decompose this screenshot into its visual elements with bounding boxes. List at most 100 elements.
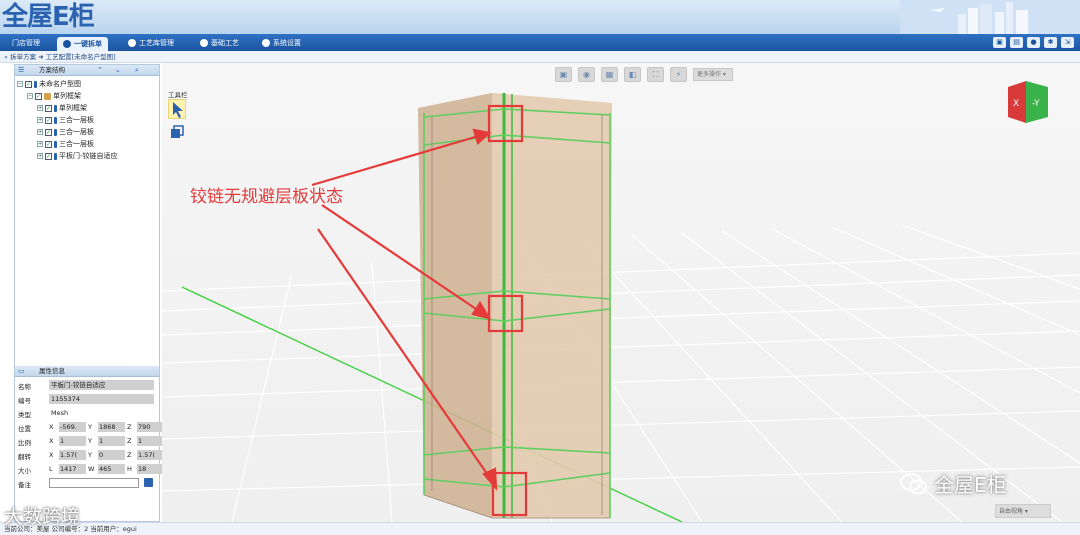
size-h-input[interactable]: 18 bbox=[137, 464, 164, 474]
layers-icon[interactable]: ◧ bbox=[624, 67, 641, 82]
axis-y-glyph: -Y bbox=[1032, 99, 1040, 109]
cube-icon[interactable]: ▦ bbox=[601, 67, 618, 82]
save-scene-icon[interactable]: ▣ bbox=[555, 67, 572, 82]
prop-row-name: 名称 平板门-铰链自适应 bbox=[15, 378, 159, 392]
position-x-input[interactable]: -569. bbox=[59, 422, 86, 432]
image-icon[interactable]: ▣ bbox=[993, 37, 1006, 48]
tree-node[interactable]: + ✓ 三合一层板 bbox=[17, 114, 159, 126]
fit-view-icon[interactable]: ⛶ bbox=[647, 67, 664, 82]
cabinet-model[interactable] bbox=[418, 93, 612, 519]
view-mode-value: 自由视角 bbox=[999, 508, 1024, 515]
measure-icon[interactable]: ⚡ bbox=[670, 67, 687, 82]
nav-label: 门店管理 bbox=[12, 39, 40, 47]
nav-item-store[interactable]: 门店管理 bbox=[6, 36, 46, 50]
checkbox[interactable]: ✓ bbox=[35, 92, 42, 100]
checkbox[interactable]: ✓ bbox=[45, 104, 52, 112]
3d-viewport[interactable]: ▣ ◉ ▦ ◧ ⛶ ⚡ 更多操作 ▾ 工具栏 X -Y 铰链无规避层板状态 全屋… bbox=[162, 63, 1080, 522]
cabinet-icon bbox=[44, 92, 51, 100]
structure-tree: − ✓ 未命名户型图 − ✓ 单列框架 + ✓ 单列框架 + ✓ 三合一层板 +… bbox=[15, 76, 159, 162]
search-icon[interactable]: ⌕ bbox=[135, 65, 139, 76]
more-ops-label: 更多操作 bbox=[697, 71, 722, 78]
nav-item-settings[interactable]: 系统设置 bbox=[256, 36, 307, 50]
axis-x-label: X bbox=[49, 437, 54, 445]
size-l-input[interactable]: 1417 bbox=[59, 464, 86, 474]
save-icon[interactable] bbox=[144, 478, 153, 487]
props-panel: 名称 平板门-铰链自适应 编号 1155374 类型 Mesh 位置 X -56… bbox=[15, 378, 164, 490]
nav-label: 基础工艺 bbox=[211, 39, 239, 47]
position-y-input[interactable]: 1868 bbox=[98, 422, 125, 432]
target-icon[interactable]: ◉ bbox=[578, 67, 595, 82]
prop-label: 备注 bbox=[18, 481, 31, 489]
wechat-icon bbox=[900, 472, 927, 494]
breadcrumb-text[interactable]: 拆单方案 ➜ 工艺配置[未命名户型图] bbox=[10, 53, 116, 61]
flag-icon bbox=[54, 116, 57, 124]
checkbox[interactable]: ✓ bbox=[25, 80, 32, 88]
checkbox[interactable]: ✓ bbox=[45, 140, 52, 148]
left-panel: ☰ 方案结构 ⌃ ⌄ ⌕ − ✓ 未命名户型图 − ✓ 单列框架 + ✓ 单列框… bbox=[14, 64, 164, 522]
collapse-icon[interactable]: − bbox=[17, 81, 23, 87]
axis-z-label: Z bbox=[127, 423, 132, 431]
view-mode-select[interactable]: 自由视角 ▾ bbox=[995, 504, 1051, 518]
tree-node[interactable]: − ✓ 未命名户型图 bbox=[17, 78, 159, 90]
hinge-annotation-text: 铰链无规避层板状态 bbox=[190, 187, 343, 207]
prop-row-position: 位置 X -569. Y 1868 Z 790 bbox=[15, 420, 164, 434]
scale-x-input[interactable]: 1 bbox=[59, 436, 86, 446]
source-watermark: 大数跨境 bbox=[4, 502, 80, 529]
checkbox[interactable]: ✓ bbox=[45, 128, 52, 136]
collapse-icon[interactable]: − bbox=[27, 93, 33, 99]
size-w-input[interactable]: 465 bbox=[98, 464, 125, 474]
checkbox[interactable]: ✓ bbox=[45, 116, 52, 124]
rotation-y-input[interactable]: 0 bbox=[98, 450, 125, 460]
tree-node[interactable]: + ✓ 三合一层板 bbox=[17, 138, 159, 150]
prop-code-value[interactable]: 1155374 bbox=[49, 394, 154, 404]
duplicate-tool-icon[interactable] bbox=[170, 125, 184, 139]
tree-node-label: 平板门-铰链自适应 bbox=[59, 152, 118, 160]
axis-h-label: H bbox=[127, 465, 132, 473]
nav-item-split-order[interactable]: 一键拆单 bbox=[57, 37, 108, 51]
checkbox[interactable]: ✓ bbox=[45, 152, 52, 160]
more-ops-dropdown[interactable]: 更多操作 ▾ bbox=[693, 68, 733, 81]
rotation-z-input[interactable]: 1.57( bbox=[137, 450, 164, 460]
expand-icon[interactable]: + bbox=[37, 117, 43, 123]
expand-icon[interactable]: + bbox=[37, 153, 43, 159]
nav-item-basic-craft[interactable]: 基础工艺 bbox=[194, 36, 245, 50]
expand-icon[interactable]: + bbox=[37, 141, 43, 147]
prop-label: 比例 bbox=[18, 439, 31, 447]
wechat-brand-text: 全屋E柜 bbox=[934, 473, 1007, 497]
axis-w-label: W bbox=[88, 465, 95, 473]
prop-label: 大小 bbox=[18, 467, 31, 475]
tree-node[interactable]: + ✓ 平板门-铰链自适应 bbox=[17, 150, 159, 162]
remark-input[interactable] bbox=[49, 478, 139, 488]
rotation-x-input[interactable]: 1.57( bbox=[59, 450, 86, 460]
expand-icon[interactable]: + bbox=[37, 129, 43, 135]
scale-z-input[interactable]: 1 bbox=[137, 436, 164, 446]
gear-icon[interactable]: ✱ bbox=[1044, 37, 1057, 48]
exit-icon[interactable]: ⇲ bbox=[1061, 37, 1074, 48]
window-icon: ▭ bbox=[18, 367, 25, 375]
flag-icon bbox=[34, 80, 37, 88]
tree-panel-title: 方案结构 bbox=[39, 66, 65, 74]
calendar-icon[interactable]: ▤ bbox=[1010, 37, 1023, 48]
select-pointer-tool[interactable] bbox=[168, 99, 186, 119]
prop-name-value[interactable]: 平板门-铰链自适应 bbox=[49, 380, 154, 390]
scale-y-input[interactable]: 1 bbox=[98, 436, 125, 446]
flag-icon bbox=[54, 140, 57, 148]
tree-node[interactable]: + ✓ 单列框架 bbox=[17, 102, 159, 114]
tree-node[interactable]: − ✓ 单列框架 bbox=[17, 90, 159, 102]
axis-orientation-cube[interactable]: X -Y bbox=[1006, 81, 1050, 123]
breadcrumb-expand-icon[interactable]: » bbox=[4, 53, 8, 61]
tree-node[interactable]: + ✓ 三合一层板 bbox=[17, 126, 159, 138]
settings-circle-icon bbox=[262, 39, 270, 47]
expand-icon[interactable]: + bbox=[37, 105, 43, 111]
position-z-input[interactable]: 790 bbox=[137, 422, 164, 432]
collapse-up-icon[interactable]: ⌃ bbox=[97, 65, 103, 76]
nav-item-craft-library[interactable]: 工艺库管理 bbox=[122, 36, 180, 50]
nav-label: 一键拆单 bbox=[74, 40, 102, 48]
prop-row-remark: 备注 bbox=[15, 476, 159, 490]
toolbox-label: 工具栏 bbox=[168, 91, 188, 99]
scene-canvas[interactable] bbox=[162, 63, 1080, 522]
tree-panel-header: ☰ 方案结构 ⌃ ⌄ ⌕ bbox=[15, 65, 159, 76]
prop-type-value: Mesh bbox=[51, 409, 69, 417]
user-icon[interactable]: ● bbox=[1027, 37, 1040, 48]
expand-down-icon[interactable]: ⌄ bbox=[115, 65, 121, 76]
